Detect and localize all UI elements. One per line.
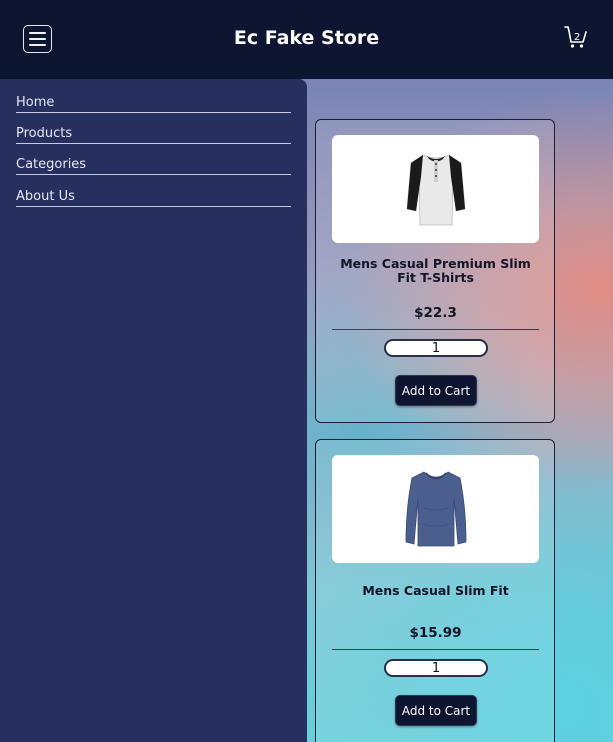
card-divider: [332, 649, 539, 650]
long-sleeve-shirt-icon: [405, 471, 466, 547]
sidebar-item-products[interactable]: Products: [16, 126, 291, 144]
sidebar-item-about-us[interactable]: About Us: [16, 189, 291, 207]
product-card: Mens Casual Slim Fit $15.99 Add to Cart: [315, 439, 555, 742]
store-brand-title[interactable]: Ec Fake Store: [0, 27, 613, 49]
card-divider: [332, 329, 539, 330]
cart-button[interactable]: 2: [563, 25, 589, 51]
henley-shirt-icon: [406, 154, 465, 226]
product-card: Mens Casual Premium Slim Fit T-Shirts $2…: [315, 119, 555, 423]
sidebar-item-home[interactable]: Home: [16, 95, 291, 113]
sidebar-nav: Home Products Categories About Us: [0, 79, 307, 742]
sidebar-item-categories[interactable]: Categories: [16, 157, 291, 175]
quantity-input[interactable]: [384, 339, 488, 357]
product-image[interactable]: [332, 135, 539, 243]
top-header: Ec Fake Store 2: [0, 0, 613, 79]
cart-count-badge: 2: [574, 32, 581, 43]
product-price: $15.99: [409, 625, 462, 641]
product-title[interactable]: Mens Casual Premium Slim Fit T-Shirts: [332, 257, 539, 285]
add-to-cart-button[interactable]: Add to Cart: [395, 695, 477, 726]
add-to-cart-button[interactable]: Add to Cart: [395, 375, 477, 406]
product-title[interactable]: Mens Casual Slim Fit: [332, 584, 539, 598]
product-image[interactable]: [332, 455, 539, 563]
quantity-input[interactable]: [384, 659, 488, 677]
product-price: $22.3: [414, 305, 457, 321]
